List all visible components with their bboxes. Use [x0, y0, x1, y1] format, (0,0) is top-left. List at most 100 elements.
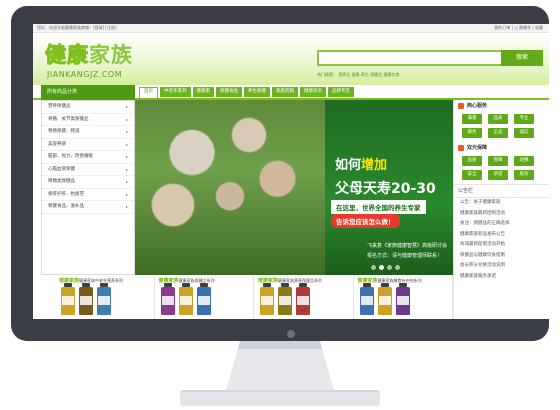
logo-part-1: 健康	[45, 43, 89, 68]
product-bottle-image	[79, 283, 93, 315]
product-bottle-image	[260, 283, 274, 315]
nav-item[interactable]: 健康家	[192, 87, 214, 97]
category-header[interactable]: 所有商品分类	[41, 85, 135, 100]
service-badge-button[interactable]: 满意	[462, 114, 482, 124]
nav-item[interactable]: 中老年系列	[160, 87, 191, 97]
monitor-stand	[226, 341, 334, 391]
service-badge-button[interactable]: 专业	[514, 114, 534, 124]
service-badge-button[interactable]: 正品	[488, 128, 508, 138]
service-badge-button[interactable]: 品质	[462, 156, 482, 166]
news-item[interactable]: 健康家族服务承诺	[454, 272, 549, 283]
category-item[interactable]: 骨骼、关节类保健品 ▸	[42, 114, 134, 126]
product-bottles	[260, 283, 310, 315]
product-card[interactable]: 健康家族 健康家族营养保健品系列	[254, 275, 354, 319]
product-bottle-image	[377, 283, 392, 315]
news-item[interactable]: 健康家族新品发布公告	[454, 230, 549, 241]
chevron-right-icon: ▸	[125, 104, 128, 109]
guarantee-buttons: 品质 保障 退换安全 承诺 服务	[454, 154, 549, 184]
logo-part-2: 家族	[89, 43, 133, 67]
product-bottles	[61, 283, 111, 315]
banner-subtitle-2: 报名方式：请与健康管理师联系！	[367, 253, 443, 259]
category-item[interactable]: 营养保健品 ▸	[42, 101, 134, 114]
product-bottle-image	[196, 283, 211, 315]
service-badge-button[interactable]: 承诺	[488, 170, 508, 180]
right-column: 两心服务 满意 品质 专业 服务 正品 诚信 双元保障 品质 保障 退换 安全 承诺 服务 公告栏 …	[453, 100, 549, 319]
hero-banner[interactable]: 如何增加 父母天寿20-30年? 在这里，世界全国的养生专家 告诉您应该怎么做！…	[135, 100, 453, 275]
service-badge-button[interactable]: 诚信	[514, 128, 534, 138]
banner-dot[interactable]	[387, 265, 392, 270]
service-badge-button[interactable]: 保障	[488, 156, 508, 166]
news-item[interactable]: 关注：保健品的正确选择	[454, 219, 549, 230]
banner-headline-1: 如何增加	[335, 154, 387, 173]
nav-item[interactable]: 养生保健	[244, 87, 270, 97]
category-label: 胃肠保健、肠道	[48, 129, 80, 134]
nav-item[interactable]: 家庭药箱	[272, 87, 298, 97]
screen: 您好，欢迎光临健康家族商城！[登录] [注册] 我的订单 | 🛒购物车 | 收藏…	[33, 24, 549, 319]
category-label: 降糖类保健品	[48, 179, 75, 184]
category-label: 骨骼、关节类保健品	[48, 116, 89, 122]
news-item[interactable]: 会员积分兑换活动说明	[454, 261, 549, 272]
product-card[interactable]: 健康家族 健康家族保健品系列	[154, 275, 254, 319]
chevron-right-icon: ▸	[125, 129, 128, 134]
category-item[interactable]: 胃肠保健、肠道 ▸	[42, 126, 134, 139]
category-label: 保健食品、滋补品	[48, 204, 84, 209]
guarantee-title-text: 双元保障	[467, 145, 488, 151]
welcome-text: 您好，欢迎光临健康家族商城！[登录] [注册]	[37, 25, 117, 30]
category-item[interactable]: 保健食品、滋补品 ▸	[42, 201, 134, 214]
hot-search-words[interactable]: 热门搜索： 营养品 健康 养生 保健品 健康饮食	[317, 72, 399, 78]
nav-items: 首页 中老年系列 健康家 保健食品 养生保健 家庭药箱 健康资讯 品牌专区	[139, 87, 354, 99]
product-card[interactable]: 健康家族 健康家族膳食补充剂系列	[353, 275, 453, 319]
service-badge-button[interactable]: 服务	[514, 170, 534, 180]
banner-photo	[135, 100, 325, 275]
product-bottle-image	[97, 283, 111, 315]
banner-dot[interactable]	[371, 265, 376, 270]
banner-pagination	[371, 265, 400, 270]
news-item[interactable]: 健康家族最新团购活动	[454, 209, 549, 220]
banner-tag-2[interactable]: 告诉您应该怎么做！	[331, 214, 400, 228]
product-strip: 健康家族 健康家族中老年营养系列 健康家族 健康家族保健品系列 健康家族 健康家族营养保健…	[55, 275, 453, 319]
banner-dot[interactable]	[395, 265, 400, 270]
search-input[interactable]	[317, 50, 503, 66]
news-list: 公告：关于健康家族 健康家族最新团购活动 关注：保健品的正确选择 健康家族新品发布公告…	[454, 198, 549, 282]
category-item[interactable]: 美容养颜 ▸	[42, 139, 134, 151]
category-item[interactable]: 保肝护肝、抗疲劳 ▸	[42, 189, 134, 201]
chevron-right-icon: ▸	[125, 154, 128, 159]
category-item[interactable]: 降糖类保健品 ▸	[42, 176, 134, 189]
product-bottle-image	[61, 283, 75, 315]
news-item[interactable]: 商城最新促销活动开始	[454, 240, 549, 251]
heart-icon	[458, 103, 464, 109]
category-label: 保肝护肝、抗疲劳	[48, 191, 84, 197]
product-bottle-image	[178, 283, 193, 315]
chevron-right-icon: ▸	[125, 141, 128, 147]
monitor-logo-dot	[287, 330, 295, 338]
banner-headline-a: 如何	[335, 158, 362, 173]
product-bottle-image	[160, 283, 175, 315]
search-button[interactable]: 搜索	[501, 50, 543, 66]
news-item[interactable]: 保健品与健康饮食指南	[454, 251, 549, 262]
product-bottles	[359, 283, 410, 315]
news-item[interactable]: 公告：关于健康家族	[454, 198, 549, 209]
monitor-base	[180, 390, 380, 406]
product-card[interactable]: 健康家族 健康家族中老年营养系列	[55, 275, 155, 319]
nav-item[interactable]: 品牌专区	[328, 87, 354, 97]
category-sidebar: 营养保健品 ▸ 骨骼、关节类保健品 ▸ 胃肠保健、肠道 ▸ 美容养颜 ▸ 脑部、视力、改善睡眠 ▸…	[41, 100, 135, 275]
service-badge-button[interactable]: 品质	[488, 114, 508, 124]
product-bottle-image	[296, 283, 310, 315]
guarantee-section-title: 双元保障	[454, 142, 549, 154]
service-badge-button[interactable]: 安全	[462, 170, 482, 180]
chevron-right-icon: ▸	[125, 116, 128, 122]
service-badge-button[interactable]: 服务	[462, 128, 482, 138]
site-header: 健康家族 JIANKANGJZ.COM 搜索 热门搜索： 营养品 健康 养生 保…	[33, 33, 549, 85]
chevron-right-icon: ▸	[125, 166, 128, 172]
category-item[interactable]: 脑部、视力、改善睡眠 ▸	[42, 151, 134, 164]
nav-item[interactable]: 首页	[139, 87, 158, 99]
nav-item[interactable]: 健康资讯	[300, 87, 326, 97]
top-links[interactable]: 我的订单 | 🛒购物车 | 收藏	[494, 24, 543, 32]
banner-dot-active[interactable]	[379, 265, 384, 270]
service-badge-button[interactable]: 退换	[514, 156, 534, 166]
nav-item[interactable]: 保健食品	[216, 87, 242, 97]
category-item[interactable]: 心脑血管保健 ▸	[42, 164, 134, 176]
logo[interactable]: 健康家族	[45, 39, 133, 69]
category-label: 营养保健品	[48, 104, 71, 109]
product-bottles	[160, 283, 211, 315]
